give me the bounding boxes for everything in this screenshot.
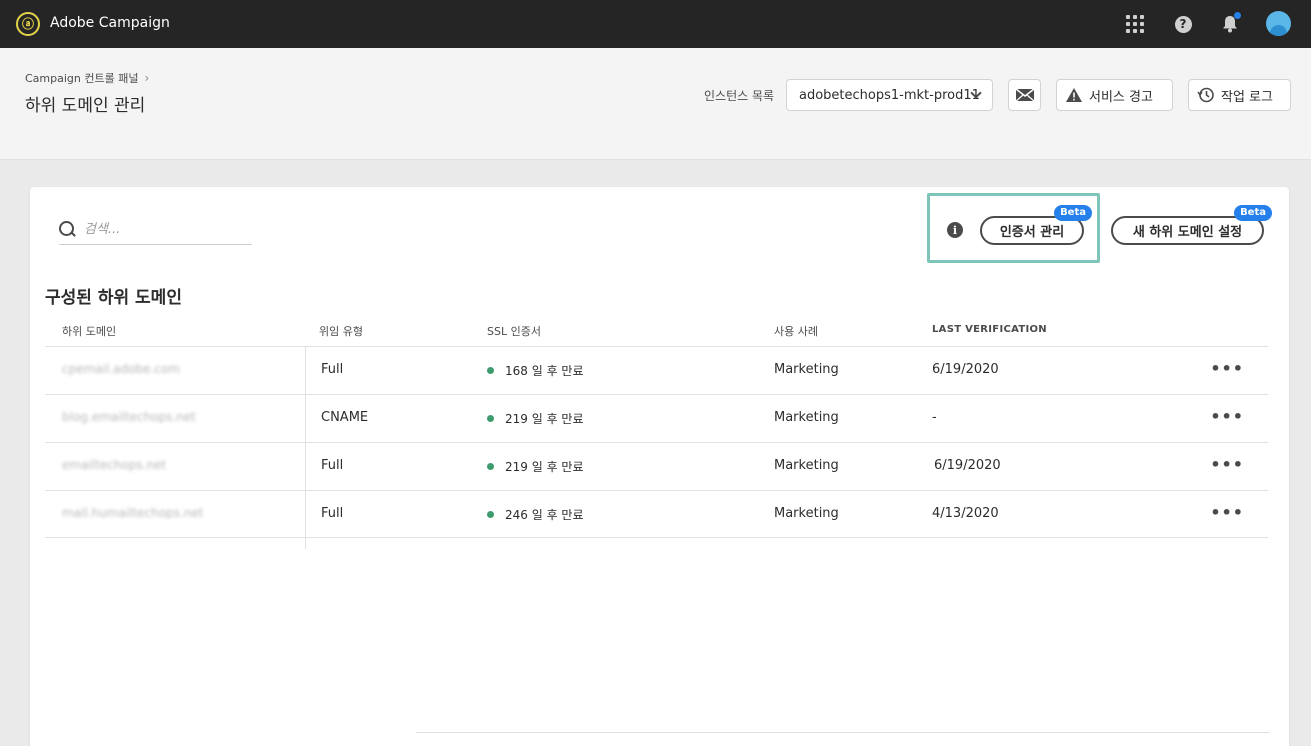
ssl-expiry: 219 일 후 만료: [505, 412, 584, 426]
table-header: 하위 도메인 위임 유형 SSL 인증서 사용 사례 LAST VERIFICA…: [45, 317, 1268, 347]
delegation-cell: CNAME: [321, 410, 369, 425]
beta-badge: Beta: [1054, 205, 1092, 221]
use-case-cell: Marketing: [774, 458, 839, 473]
table-row[interactable]: emailtechops.net Full 219 일 후 만료 Marketi…: [45, 442, 1268, 490]
new-subdomain-button[interactable]: 새 하위 도메인 설정 Beta: [1111, 205, 1272, 245]
instance-select[interactable]: adobetechops1-mkt-prod11: [786, 79, 993, 111]
help-icon[interactable]: ?: [1171, 12, 1195, 36]
subdomain-cell[interactable]: mail.humailtechops.net: [62, 506, 203, 520]
bell-icon[interactable]: [1218, 12, 1242, 36]
table-body: cpemail.adobe.com Full 168 일 후 만료 Market…: [45, 346, 1268, 538]
last-verification-cell: -: [932, 410, 937, 425]
ssl-status-dot: [487, 367, 494, 374]
chevron-right-icon: ›: [144, 71, 150, 85]
search-box: [59, 215, 252, 245]
breadcrumb-link[interactable]: Campaign 컨트롤 패널: [25, 70, 138, 86]
job-log-label: 작업 로그: [1221, 89, 1273, 105]
ssl-cell: 246 일 후 만료: [487, 506, 584, 523]
page-title: 하위 도메인 관리: [25, 96, 146, 116]
table-row[interactable]: cpemail.adobe.com Full 168 일 후 만료 Market…: [45, 346, 1268, 394]
app-title[interactable]: Adobe Campaign: [50, 15, 170, 31]
column-divider: [305, 346, 306, 549]
subdomain-cell[interactable]: cpemail.adobe.com: [62, 362, 180, 376]
apps-grid-icon[interactable]: [1123, 12, 1147, 36]
email-settings-button[interactable]: [1008, 79, 1041, 111]
ssl-status-dot: [487, 463, 494, 470]
service-alerts-label: 서비스 경고: [1089, 89, 1153, 105]
more-options-icon[interactable]: •••: [1210, 359, 1244, 378]
warning-icon: [1066, 88, 1082, 102]
section-title: 구성된 하위 도메인: [45, 288, 182, 308]
subdomain-cell[interactable]: blog.emailtechops.net: [62, 410, 196, 424]
envelope-icon: [1015, 88, 1034, 102]
more-options-icon[interactable]: •••: [1210, 455, 1244, 474]
table-row[interactable]: mail.humailtechops.net Full 246 일 후 만료 M…: [45, 490, 1268, 538]
ssl-status-dot: [487, 415, 494, 422]
delegation-cell: Full: [321, 362, 344, 377]
delegation-cell: Full: [321, 506, 344, 521]
delegation-cell: Full: [321, 458, 344, 473]
use-case-cell: Marketing: [774, 410, 839, 425]
history-icon: [1197, 87, 1214, 103]
search-icon: [59, 221, 76, 238]
instance-select-value: adobetechops1-mkt-prod11: [799, 87, 980, 103]
column-header-use-case[interactable]: 사용 사례: [774, 323, 818, 339]
info-icon[interactable]: i: [947, 222, 963, 238]
manage-certificates-button[interactable]: 인증서 관리 Beta: [980, 205, 1092, 245]
table-row[interactable]: blog.emailtechops.net CNAME 219 일 후 만료 M…: [45, 394, 1268, 442]
breadcrumb: Campaign 컨트롤 패널 ›: [25, 70, 149, 86]
more-options-icon[interactable]: •••: [1210, 407, 1244, 426]
column-header-ssl[interactable]: SSL 인증서: [487, 323, 541, 339]
subdomains-card: i 인증서 관리 Beta 새 하위 도메인 설정 Beta 구성된 하위 도메…: [30, 187, 1289, 746]
instance-list-label: 인스턴스 목록: [704, 89, 775, 103]
last-verification-cell: 6/19/2020: [932, 362, 999, 377]
ssl-expiry: 219 일 후 만료: [505, 460, 584, 474]
last-verification-cell: 4/13/2020: [932, 506, 999, 521]
manage-certificates-label: 인증서 관리: [999, 225, 1065, 240]
avatar[interactable]: [1266, 11, 1291, 36]
service-alerts-button[interactable]: 서비스 경고: [1056, 79, 1173, 111]
use-case-cell: Marketing: [774, 362, 839, 377]
notification-dot: [1234, 12, 1241, 19]
subdomain-cell[interactable]: emailtechops.net: [62, 458, 166, 472]
last-verification-cell: 6/19/2020: [934, 458, 1001, 473]
divider: [416, 732, 1270, 733]
column-header-last-verification[interactable]: LAST VERIFICATION: [932, 324, 1047, 335]
search-input[interactable]: [84, 222, 234, 237]
use-case-cell: Marketing: [774, 506, 839, 521]
new-subdomain-label: 새 하위 도메인 설정: [1132, 225, 1243, 240]
ssl-cell: 168 일 후 만료: [487, 362, 584, 379]
adobe-campaign-logo-icon[interactable]: ⓐ: [16, 12, 40, 36]
page-header: Campaign 컨트롤 패널 › 하위 도메인 관리 인스턴스 목록 adob…: [0, 48, 1311, 160]
more-options-icon[interactable]: •••: [1210, 503, 1244, 522]
ssl-expiry: 168 일 후 만료: [505, 364, 584, 378]
ssl-status-dot: [487, 511, 494, 518]
top-bar: ⓐ Adobe Campaign ?: [0, 0, 1311, 48]
ssl-cell: 219 일 후 만료: [487, 458, 584, 475]
column-header-delegation[interactable]: 위임 유형: [319, 323, 363, 339]
ssl-expiry: 246 일 후 만료: [505, 508, 584, 522]
beta-badge: Beta: [1234, 205, 1272, 221]
job-log-button[interactable]: 작업 로그: [1188, 79, 1291, 111]
ssl-cell: 219 일 후 만료: [487, 410, 584, 427]
column-header-subdomain[interactable]: 하위 도메인: [62, 323, 116, 339]
